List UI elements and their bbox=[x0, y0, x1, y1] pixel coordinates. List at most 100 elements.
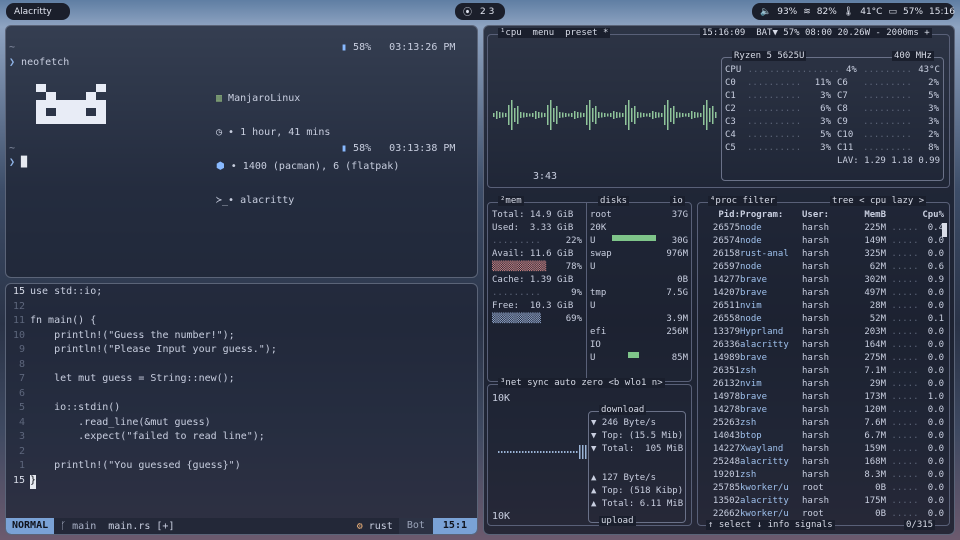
user: harsh bbox=[802, 470, 830, 480]
code-line[interactable]: 3 .expect("failed to read line"); bbox=[6, 431, 265, 445]
user: harsh bbox=[802, 418, 830, 428]
code-line[interactable]: 4 .read_line(&mut guess) bbox=[6, 417, 211, 431]
code-line[interactable]: 11 fn main() { bbox=[6, 315, 96, 329]
code-line[interactable]: 12 bbox=[6, 301, 30, 315]
cpu-total-temp: 43°C bbox=[918, 65, 940, 75]
cpu-bar: ..... bbox=[886, 314, 919, 324]
proc-scrollbar[interactable] bbox=[942, 223, 947, 237]
cpu-pct: 0.0 bbox=[927, 405, 944, 415]
process-row[interactable]: 14978 brave harsh 173M ..... 1.0 bbox=[702, 391, 944, 404]
process-row[interactable]: 25248 alacritty harsh 168M ..... 0.0 bbox=[702, 456, 944, 469]
terminal-window[interactable]: ~ ▮ 58% 03:13:26 PM ❯ neofetch ▥ Manjaro… bbox=[5, 25, 478, 278]
process-row[interactable]: 26574 node harsh 149M ..... 0.0 bbox=[702, 235, 944, 248]
cpu-title[interactable]: ¹cpu bbox=[500, 28, 522, 38]
process-row[interactable]: 26558 node harsh 52M ..... 0.1 bbox=[702, 313, 944, 326]
code-line[interactable]: 15} bbox=[6, 474, 37, 489]
process-row[interactable]: 25785 kworker/u root 0B ..... 0.0 bbox=[702, 482, 944, 495]
code-line[interactable]: 9 println!("Please Input your guess."); bbox=[6, 344, 277, 358]
signals-hint[interactable]: signals bbox=[795, 520, 833, 530]
cpu-graph-bar bbox=[520, 112, 522, 118]
prompt-time: 03:13:38 PM bbox=[389, 143, 456, 154]
disk-used: 85M bbox=[671, 353, 688, 363]
cpu-graph-bar bbox=[556, 106, 558, 124]
net-auto[interactable]: auto bbox=[554, 378, 576, 388]
workspace-active-icon[interactable]: ⦿ bbox=[463, 5, 472, 18]
process-row[interactable]: 26511 nvim harsh 28M ..... 0.0 bbox=[702, 300, 944, 313]
code-line[interactable]: 6 bbox=[6, 388, 30, 402]
code-line[interactable]: 10 println!("Guess the number!"); bbox=[6, 330, 235, 344]
code-line[interactable]: 15 use std::io; bbox=[6, 286, 102, 300]
process-row[interactable]: 14278 brave harsh 120M ..... 0.0 bbox=[702, 404, 944, 417]
process-row[interactable]: 14227 Xwayland harsh 159M ..... 0.0 bbox=[702, 443, 944, 456]
disks-title[interactable]: disks bbox=[598, 196, 630, 206]
neovim-window[interactable]: 15 use std::io; 12 11 fn main() {10 println!… bbox=[5, 283, 478, 535]
mem-title[interactable]: ²mem bbox=[498, 196, 524, 206]
filetype: ⚙ rust bbox=[351, 521, 399, 532]
process-row[interactable]: 26575 node harsh 225M ..... 0.4 bbox=[702, 222, 944, 235]
proc-title[interactable]: ⁴proc bbox=[710, 196, 737, 206]
cpu-graph-bar bbox=[700, 113, 702, 117]
cpu-graph-bar bbox=[670, 108, 672, 122]
menu-button[interactable]: menu bbox=[533, 28, 555, 38]
cpu-bar: ..... bbox=[886, 444, 919, 454]
btop-window[interactable]: ¹cpu menu preset * 15:16:09 BAT▼ 57% 08:… bbox=[483, 25, 955, 535]
process-row[interactable]: 25263 zsh harsh 7.6M ..... 0.0 bbox=[702, 417, 944, 430]
program: brave bbox=[740, 353, 768, 363]
process-row[interactable]: 14989 brave harsh 275M ..... 0.0 bbox=[702, 352, 944, 365]
process-table[interactable]: Pid: Program: User: MemB Cpu% 26575 node harsh 2… bbox=[702, 209, 944, 521]
proc-filter[interactable]: filter bbox=[743, 196, 776, 206]
process-row[interactable]: 19201 zsh harsh 8.3M ..... 0.0 bbox=[702, 469, 944, 482]
process-row[interactable]: 26351 zsh harsh 7.1M ..... 0.0 bbox=[702, 365, 944, 378]
code-line[interactable]: 2 bbox=[6, 446, 30, 460]
code-line[interactable]: 7 let mut guess = String::new(); bbox=[6, 373, 235, 387]
refresh-rate[interactable]: - 2000ms + bbox=[875, 28, 929, 38]
select-hint[interactable]: ↑ select ↓ bbox=[708, 520, 762, 530]
code-text: println!("You guessed {guess}") bbox=[30, 460, 241, 471]
net-zero[interactable]: zero bbox=[581, 378, 603, 388]
pid: 26351 bbox=[712, 366, 740, 376]
command-line-2[interactable]: ❯ █ bbox=[9, 157, 27, 168]
proc-sort-mode[interactable]: < cpu lazy > bbox=[859, 196, 924, 206]
net-sync[interactable]: sync bbox=[527, 378, 549, 388]
process-row[interactable]: 14043 btop harsh 6.7M ..... 0.0 bbox=[702, 430, 944, 443]
process-row[interactable]: 26158 rust-anal harsh 325M ..... 0.0 bbox=[702, 248, 944, 261]
net-graph-bar bbox=[531, 451, 533, 453]
net-interface[interactable]: <b wlo1 n> bbox=[608, 378, 662, 388]
workspace-numbers[interactable]: 2 3 bbox=[480, 7, 494, 17]
wifi-icon[interactable]: ≋ bbox=[803, 7, 811, 17]
preset-button[interactable]: preset * bbox=[565, 28, 608, 38]
cpu-graph-bar bbox=[499, 112, 501, 118]
info-hint[interactable]: info bbox=[768, 520, 790, 530]
disk-used: 3.9M bbox=[666, 314, 688, 324]
process-row[interactable]: 26132 nvim harsh 29M ..... 0.0 bbox=[702, 378, 944, 391]
column-header[interactable]: Pid: bbox=[702, 209, 740, 222]
column-header[interactable]: User: bbox=[802, 209, 850, 222]
workspaces[interactable]: ⦿ 2 3 bbox=[455, 3, 505, 20]
pid: 26336 bbox=[712, 340, 740, 350]
pid: 13502 bbox=[712, 496, 740, 506]
process-row[interactable]: 26336 alacritty harsh 164M ..... 0.0 bbox=[702, 339, 944, 352]
column-header[interactable]: MemB bbox=[850, 209, 886, 222]
net-graph-bar bbox=[549, 451, 551, 453]
mem: 0B bbox=[875, 509, 886, 519]
code-line[interactable]: 8 bbox=[6, 359, 30, 373]
process-row[interactable]: 14207 brave harsh 497M ..... 0.0 bbox=[702, 287, 944, 300]
user: harsh bbox=[802, 262, 830, 272]
process-row[interactable]: 13379 Hyprland harsh 203M ..... 0.0 bbox=[702, 326, 944, 339]
process-row[interactable]: 26597 node harsh 62M ..... 0.6 bbox=[702, 261, 944, 274]
code-line[interactable]: 5 io::stdin() bbox=[6, 402, 120, 416]
pid: 19201 bbox=[712, 470, 740, 480]
io-toggle[interactable]: io bbox=[670, 196, 685, 206]
column-header[interactable]: Program: bbox=[740, 209, 802, 222]
process-row[interactable]: 14277 brave harsh 302M ..... 0.9 bbox=[702, 274, 944, 287]
cpu-total-label: CPU bbox=[725, 65, 742, 75]
code-line[interactable]: 1 println!("You guessed {guess}") bbox=[6, 460, 241, 474]
core-label: C1 bbox=[725, 91, 736, 101]
column-header[interactable]: Cpu% bbox=[906, 209, 944, 222]
process-row[interactable]: 13502 alacritty harsh 175M ..... 0.0 bbox=[702, 495, 944, 508]
prompt-arrow-icon: ❯ bbox=[9, 157, 22, 168]
proc-tree-toggle[interactable]: tree bbox=[832, 196, 854, 206]
volume-icon[interactable]: 🔈 bbox=[760, 7, 771, 17]
net-title[interactable]: ³net bbox=[500, 378, 522, 388]
mem: 0B bbox=[875, 483, 886, 493]
